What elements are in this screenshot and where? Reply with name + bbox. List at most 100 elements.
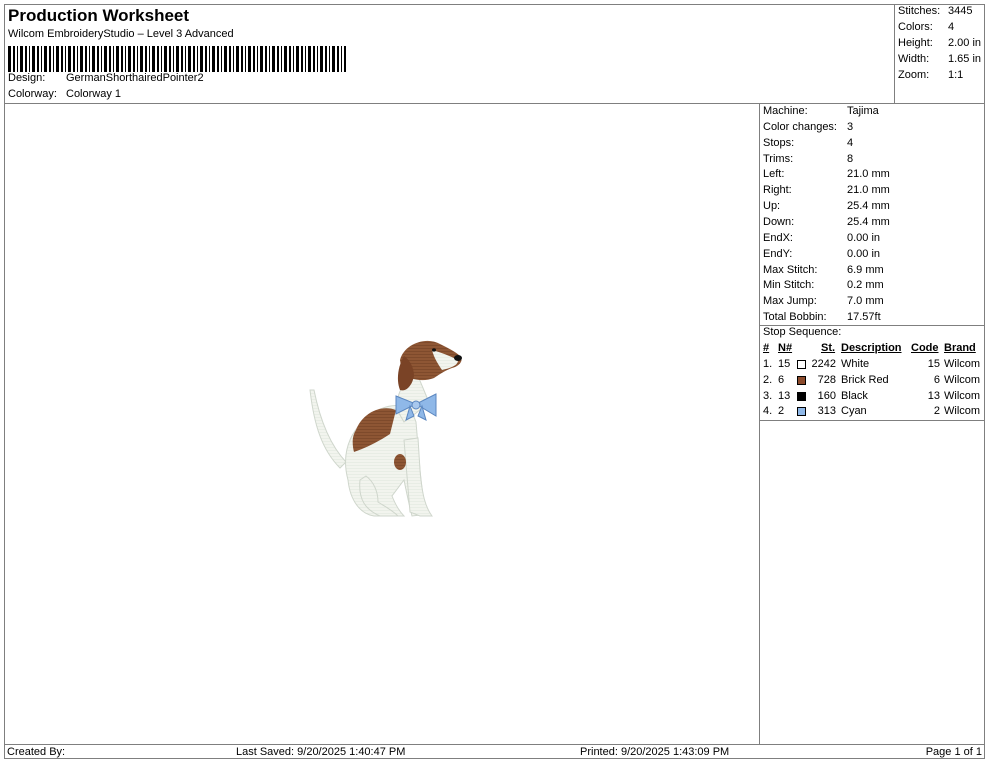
barcode-bar bbox=[257, 46, 258, 72]
barcode-bar bbox=[197, 46, 198, 72]
barcode-bar bbox=[245, 46, 246, 72]
created-by: Created By: bbox=[7, 746, 66, 758]
barcode-bar bbox=[233, 46, 234, 72]
barcode-bar bbox=[269, 46, 270, 72]
col-header-st: St. bbox=[821, 342, 836, 354]
barcode-bar bbox=[89, 46, 90, 72]
stat-zoom: Zoom: 1:1 bbox=[898, 69, 964, 81]
barcode-bar bbox=[80, 46, 83, 72]
machine-info-value: 8 bbox=[847, 152, 854, 165]
barcode-icon bbox=[8, 46, 346, 72]
stop-row-code: 13 bbox=[927, 389, 940, 402]
barcode-bar bbox=[329, 46, 330, 72]
barcode-bar bbox=[61, 46, 63, 72]
thread-color-swatch bbox=[797, 407, 806, 417]
design-stats: Stitches: 3445 Colors: 4 Height: 2.00 in Wi… bbox=[895, 4, 985, 104]
barcode-bar bbox=[8, 46, 11, 72]
machine-info-row: Max Jump: 7.0 mm bbox=[763, 295, 884, 307]
barcode-bar bbox=[281, 46, 282, 72]
barcode-bar bbox=[212, 46, 215, 72]
machine-info-row: Left: 21.0 mm bbox=[763, 168, 890, 180]
page-number: Page 1 of 1 bbox=[925, 746, 982, 758]
barcode-bar bbox=[101, 46, 102, 72]
machine-info-value: 25.4 mm bbox=[847, 200, 890, 213]
barcode-bar bbox=[121, 46, 123, 72]
barcode-bar bbox=[317, 46, 318, 72]
worksheet-footer: Created By: Last Saved: 9/20/2025 1:40:4… bbox=[4, 744, 985, 759]
stat-colors: Colors: 4 bbox=[898, 21, 955, 33]
stop-row-num: 2. bbox=[763, 373, 773, 386]
stop-row-brand: Wilcom bbox=[944, 358, 981, 370]
stop-row-num: 3. bbox=[763, 389, 773, 402]
machine-info-value: 0.00 in bbox=[847, 247, 881, 260]
machine-info-key: Max Jump: bbox=[763, 295, 817, 308]
design-label: Design: bbox=[8, 72, 46, 84]
barcode-bar bbox=[173, 46, 174, 72]
barcode-bar bbox=[56, 46, 59, 72]
machine-info-row: Trims: 8 bbox=[763, 153, 853, 165]
machine-info-row: Right: 21.0 mm bbox=[763, 184, 890, 196]
machine-info-row: Stops: 4 bbox=[763, 137, 853, 149]
page-title: Production Worksheet bbox=[8, 6, 190, 25]
barcode-bar bbox=[77, 46, 78, 72]
stop-row-code: 6 bbox=[933, 373, 940, 386]
machine-info-row: Total Bobbin: 17.57ft bbox=[763, 311, 881, 323]
machine-info-value: 21.0 mm bbox=[847, 168, 890, 181]
barcode-bar bbox=[260, 46, 263, 72]
machine-info-value: 7.0 mm bbox=[847, 295, 884, 308]
barcode-bar bbox=[37, 46, 39, 72]
machine-info-value: 0.2 mm bbox=[847, 279, 884, 292]
barcode-bar bbox=[341, 46, 342, 72]
machine-info-row: Color changes: 3 bbox=[763, 121, 853, 133]
machine-info-value: 3 bbox=[847, 120, 854, 133]
barcode-bar bbox=[301, 46, 303, 72]
barcode-bar bbox=[20, 46, 23, 72]
machine-info-row: Up: 25.4 mm bbox=[763, 200, 890, 212]
machine-info-key: Trims: bbox=[763, 152, 794, 165]
barcode-bar bbox=[176, 46, 179, 72]
printed-date: Printed: 9/20/2025 1:43:09 PM bbox=[580, 746, 730, 758]
barcode-bar bbox=[109, 46, 111, 72]
barcode-bar bbox=[293, 46, 294, 72]
barcode-bar bbox=[113, 46, 114, 72]
barcode-bar bbox=[224, 46, 227, 72]
machine-info-value: 0.00 in bbox=[847, 231, 881, 244]
machine-info-row: EndY: 0.00 in bbox=[763, 248, 880, 260]
barcode-bar bbox=[221, 46, 222, 72]
barcode-bar bbox=[320, 46, 323, 72]
barcode-bar bbox=[265, 46, 267, 72]
machine-info-value: 17.57ft bbox=[847, 311, 881, 324]
worksheet-header: Production Worksheet Wilcom EmbroiderySt… bbox=[4, 4, 895, 104]
stop-row-description: White bbox=[841, 358, 870, 370]
barcode-bar bbox=[157, 46, 159, 72]
barcode-bar bbox=[308, 46, 311, 72]
barcode-bar bbox=[17, 46, 18, 72]
stop-row-num: 1. bbox=[763, 358, 773, 370]
barcode-bar bbox=[29, 46, 30, 72]
barcode-bar bbox=[104, 46, 107, 72]
barcode-bar bbox=[137, 46, 138, 72]
stop-row-num: 4. bbox=[763, 405, 773, 418]
design-value: GermanShorthairedPointer2 bbox=[66, 72, 204, 84]
machine-info-value: 4 bbox=[847, 136, 854, 149]
machine-info-row: EndX: 0.00 in bbox=[763, 232, 880, 244]
barcode-bar bbox=[140, 46, 143, 72]
barcode-bar bbox=[161, 46, 162, 72]
barcode-bar bbox=[41, 46, 42, 72]
stop-row-needle: 6 bbox=[778, 373, 785, 386]
stop-row-stitches: 160 bbox=[817, 389, 836, 402]
col-header-n: N# bbox=[778, 342, 793, 354]
stop-row-description: Brick Red bbox=[841, 373, 889, 386]
barcode-bar bbox=[248, 46, 251, 72]
stop-row-code: 2 bbox=[933, 405, 940, 418]
design-row: Design: GermanShorthairedPointer2 bbox=[8, 72, 204, 84]
machine-info-row: Min Stitch: 0.2 mm bbox=[763, 279, 884, 291]
barcode-bar bbox=[169, 46, 171, 72]
machine-info-key: Down: bbox=[763, 215, 795, 228]
stop-row-stitches: 313 bbox=[817, 405, 836, 418]
barcode-bar bbox=[217, 46, 219, 72]
barcode-bar bbox=[44, 46, 47, 72]
barcode-bar bbox=[229, 46, 231, 72]
colorway-label: Colorway: bbox=[8, 88, 57, 100]
barcode-bar bbox=[125, 46, 126, 72]
